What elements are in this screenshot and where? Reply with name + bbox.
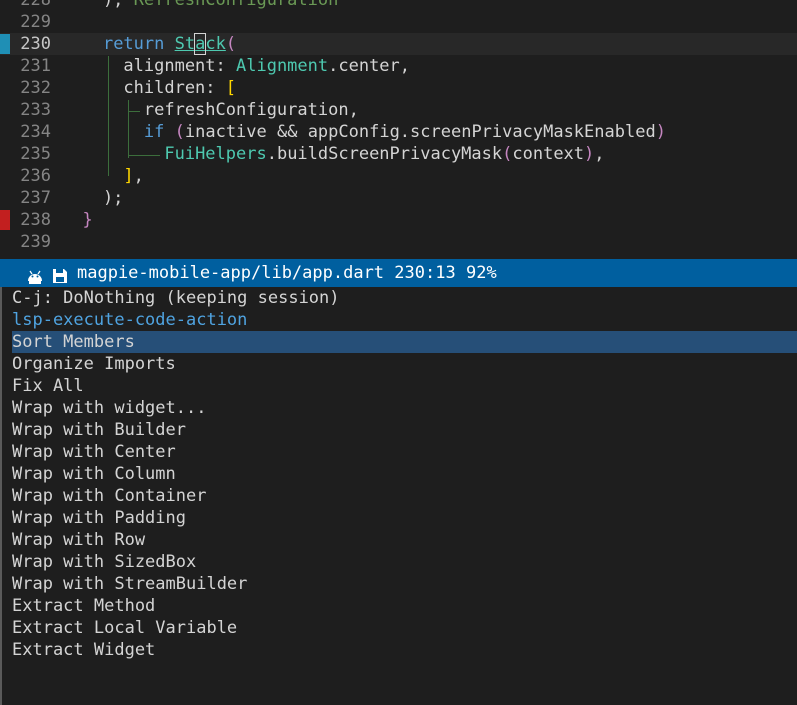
code-text: } (82, 210, 93, 230)
line-number: 229 (20, 12, 51, 32)
completion-candidate[interactable]: Wrap with Builder (12, 419, 797, 441)
indent-guide (128, 155, 160, 156)
line-number: 236 (20, 166, 51, 186)
completion-candidate[interactable]: Organize Imports (12, 353, 797, 375)
line-number: 231 (20, 56, 51, 76)
code-line[interactable]: 235 FuiHelpers.buildScreenPrivacyMask(co… (0, 143, 797, 165)
completion-prompt: lsp-execute-code-action (12, 310, 248, 330)
line-number: 234 (20, 122, 51, 142)
completion-candidate[interactable]: Sort Members (12, 331, 797, 353)
code-line[interactable]: 236 ], (0, 165, 797, 187)
code-text: if (inactive && appConfig.screenPrivacyM… (143, 122, 666, 142)
line-number: 230 (20, 34, 51, 54)
indent-guide (128, 100, 129, 158)
code-text: alignment: Alignment.center, (62, 56, 411, 76)
completion-candidate[interactable]: Wrap with SizedBox (12, 551, 797, 573)
code-editor[interactable]: 228 ), RefreshConfiguration 229 230 return… (0, 0, 797, 259)
code-line[interactable]: 238 } (0, 209, 797, 231)
echo-message: C-j: DoNothing (keeping session) (12, 288, 340, 308)
line-number: 233 (20, 100, 51, 120)
completion-candidate[interactable]: Extract Widget (12, 639, 797, 661)
completion-candidate[interactable]: Wrap with Container (12, 485, 797, 507)
code-line[interactable]: 233 refreshConfiguration, (0, 99, 797, 121)
mode-line: magpie-mobile-app/lib/app.dart 230:13 92… (0, 259, 797, 287)
indent-guide (128, 111, 140, 112)
code-text: ); (62, 188, 124, 208)
completion-candidate[interactable]: Wrap with Center (12, 441, 797, 463)
code-text: refreshConfiguration, (62, 100, 359, 120)
code-line[interactable]: 232 children: [ (0, 77, 797, 99)
code-text: ), RefreshConfiguration (62, 0, 339, 10)
code-line[interactable]: 229 (0, 11, 797, 33)
completion-candidate[interactable]: Fix All (12, 375, 797, 397)
code-text: FuiHelpers.buildScreenPrivacyMask(contex… (164, 144, 605, 164)
code-text: ], (123, 166, 144, 186)
code-line[interactable]: 239 (0, 231, 797, 253)
completion-candidate[interactable]: Wrap with Column (12, 463, 797, 485)
indent-guide (108, 56, 109, 176)
line-number: 238 (20, 210, 51, 230)
completion-candidate[interactable]: Wrap with Row (12, 529, 797, 551)
line-number: 232 (20, 78, 51, 98)
code-line[interactable]: 237 ); (0, 187, 797, 209)
line-number: 228 (20, 0, 51, 10)
buffer-percent: 92% (465, 263, 497, 283)
code-text: children: [ (62, 78, 237, 98)
minibuffer[interactable]: C-j: DoNothing (keeping session) lsp-exe… (0, 287, 797, 705)
code-line[interactable]: 234 if (inactive && appConfig.screenPriv… (0, 121, 797, 143)
text-cursor: a (194, 33, 207, 55)
code-line[interactable]: 230 return Stack( (0, 33, 797, 55)
code-line[interactable]: 228 ), RefreshConfiguration (0, 0, 797, 11)
cursor-position: 230:13 (394, 263, 456, 283)
line-number: 237 (20, 188, 51, 208)
code-text: return Stack( (102, 33, 237, 55)
completion-candidate[interactable]: Wrap with widget... (12, 397, 797, 419)
completion-candidate[interactable]: Wrap with StreamBuilder (12, 573, 797, 595)
line-number: 239 (20, 232, 51, 252)
mode-line-buffer-info: magpie-mobile-app/lib/app.dart 230:13 92… (77, 259, 497, 287)
line-number: 235 (20, 144, 51, 164)
completion-candidate[interactable]: Extract Method (12, 595, 797, 617)
completion-candidate[interactable]: Wrap with Padding (12, 507, 797, 529)
code-line[interactable]: 231 alignment: Alignment.center, (0, 55, 797, 77)
completion-candidate[interactable]: Extract Local Variable (12, 617, 797, 639)
file-path: magpie-mobile-app/lib/app.dart (77, 263, 385, 283)
